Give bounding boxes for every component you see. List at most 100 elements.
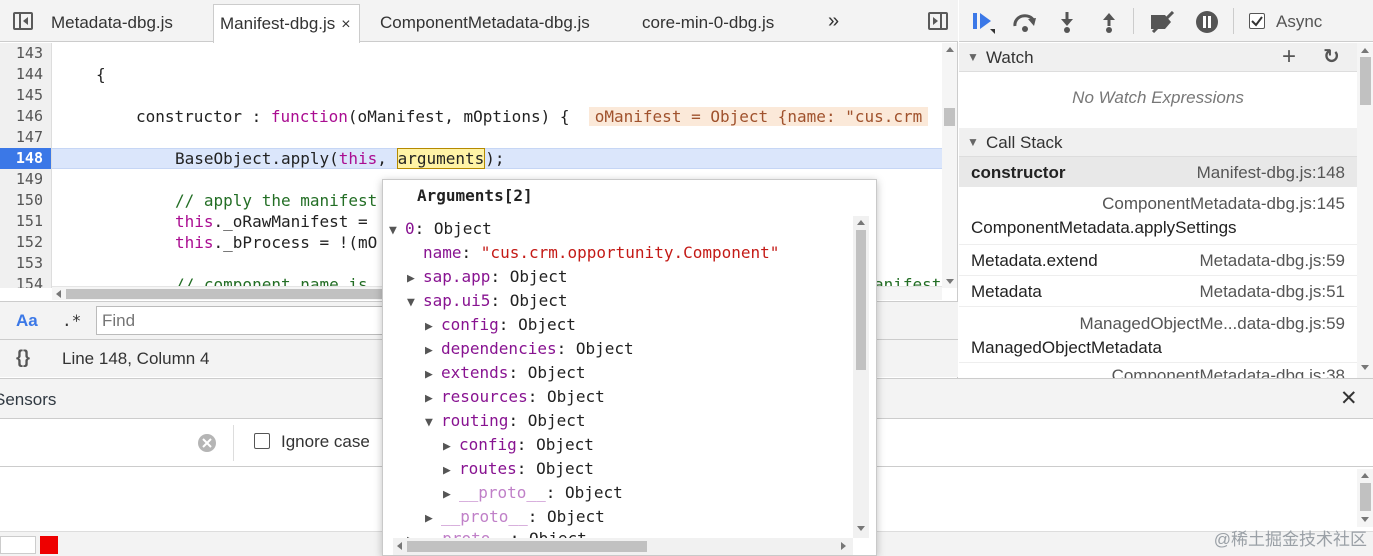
line-number[interactable]: 147: [0, 127, 43, 148]
collapse-triangle-icon[interactable]: ▼: [425, 411, 441, 435]
toggle-navigator-icon[interactable]: [13, 12, 33, 30]
call-frame-location[interactable]: Manifest-dbg.js:148: [1197, 163, 1345, 183]
scroll-up-icon[interactable]: [1361, 48, 1369, 53]
call-stack-section-header[interactable]: ▼ Call Stack: [959, 128, 1357, 157]
line-number[interactable]: 145: [0, 85, 43, 106]
tree-item[interactable]: ▶ extends: Object: [425, 361, 586, 385]
regex-toggle[interactable]: .*: [62, 311, 81, 330]
deactivate-breakpoints-icon[interactable]: [1149, 11, 1177, 33]
popover-horizontal-scrollbar[interactable]: [393, 538, 853, 555]
tree-item[interactable]: ▼ routing: Object: [425, 409, 586, 433]
tree-item[interactable]: name: "cus.crm.opportunity.Component": [423, 241, 779, 265]
expand-triangle-icon[interactable]: ▶: [425, 387, 441, 411]
refresh-watch-icon[interactable]: ↻: [1323, 43, 1340, 72]
call-frame[interactable]: ComponentMetadata-dbg.js:38: [959, 362, 1357, 378]
call-frame-selected[interactable]: constructor Manifest-dbg.js:148: [959, 157, 1357, 187]
call-frame[interactable]: Metadata Metadata-dbg.js:51: [959, 275, 1357, 306]
breakpoint-line-number[interactable]: 148: [0, 148, 51, 169]
line-number[interactable]: 154: [0, 274, 43, 288]
tab-manifest-dbg[interactable]: Manifest-dbg.js ×: [213, 4, 360, 43]
step-into-icon[interactable]: [1059, 11, 1075, 33]
ignore-case-checkbox[interactable]: [254, 433, 270, 449]
tab-componentmetadata-dbg[interactable]: ComponentMetadata-dbg.js: [380, 4, 590, 42]
match-case-toggle[interactable]: Aa: [16, 311, 38, 331]
popover-vertical-scrollbar[interactable]: [853, 216, 869, 538]
tree-item[interactable]: ▶ config: Object: [425, 313, 576, 337]
clear-filter-icon[interactable]: [197, 433, 217, 453]
expand-triangle-icon[interactable]: ▶: [425, 507, 441, 531]
call-frame[interactable]: ManagedObjectMe...data-dbg.js:59 Managed…: [959, 306, 1357, 362]
call-frame-location[interactable]: ComponentMetadata-dbg.js:38: [1112, 366, 1345, 378]
line-number[interactable]: 150: [0, 190, 43, 211]
watch-section-header[interactable]: ▼ Watch + ↻: [959, 43, 1357, 72]
pretty-print-icon[interactable]: {}: [16, 347, 30, 368]
step-out-icon[interactable]: [1101, 11, 1117, 33]
scrollbar-thumb[interactable]: [856, 230, 866, 370]
call-frame[interactable]: ComponentMetadata-dbg.js:145 ComponentMe…: [959, 187, 1357, 243]
call-frame-location[interactable]: ComponentMetadata-dbg.js:145: [1102, 194, 1345, 214]
scroll-left-icon[interactable]: [56, 290, 61, 298]
resume-icon[interactable]: [973, 12, 997, 34]
tree-item[interactable]: ▶ dependencies: Object: [425, 337, 634, 361]
call-frame-location[interactable]: Metadata-dbg.js:59: [1199, 251, 1345, 271]
toggle-debugger-sidebar-icon[interactable]: [928, 12, 948, 30]
scroll-up-icon[interactable]: [946, 47, 954, 52]
debugger-scrollbar[interactable]: [1357, 43, 1373, 378]
more-tabs-icon[interactable]: »: [828, 2, 839, 40]
line-number[interactable]: 152: [0, 232, 43, 253]
line-number[interactable]: 143: [0, 43, 43, 64]
expand-triangle-icon[interactable]: ▶: [425, 339, 441, 363]
expand-triangle-icon[interactable]: ▶: [443, 459, 459, 483]
filter-input[interactable]: [0, 425, 222, 459]
expand-triangle-icon[interactable]: ▶: [425, 363, 441, 387]
tree-item[interactable]: ▶ sap.app: Object: [407, 265, 568, 289]
expand-triangle-icon[interactable]: ▶: [443, 483, 459, 507]
scrollbar-thumb[interactable]: [66, 289, 384, 299]
close-tab-icon[interactable]: ×: [341, 16, 350, 33]
tree-item[interactable]: ▶__proto__: Object: [443, 481, 623, 505]
pause-on-exceptions-icon[interactable]: [1195, 10, 1219, 34]
close-drawer-icon[interactable]: ✕: [1340, 386, 1358, 411]
scroll-down-icon[interactable]: [946, 279, 954, 284]
find-input[interactable]: [96, 306, 396, 335]
line-number[interactable]: 144: [0, 64, 43, 85]
scroll-up-icon[interactable]: [857, 220, 865, 225]
tree-item[interactable]: ▼ 0: Object: [389, 217, 492, 241]
call-frame-location[interactable]: Metadata-dbg.js:51: [1199, 282, 1345, 302]
scroll-down-icon[interactable]: [1361, 517, 1369, 522]
tab-metadata-dbg[interactable]: Metadata-dbg.js: [51, 4, 173, 42]
line-number[interactable]: 153: [0, 253, 43, 274]
line-number[interactable]: 151: [0, 211, 43, 232]
scrollbar-thumb[interactable]: [1360, 57, 1371, 105]
line-number[interactable]: 146: [0, 106, 43, 127]
scroll-right-icon[interactable]: [841, 542, 846, 550]
scrollbar-thumb[interactable]: [407, 541, 647, 552]
step-over-icon[interactable]: [1012, 12, 1038, 32]
drawer-tab-sensors[interactable]: Sensors: [0, 390, 56, 410]
collapse-triangle-icon[interactable]: ▼: [407, 291, 423, 315]
scrollbar-thumb[interactable]: [1360, 483, 1371, 511]
scrollbar-thumb[interactable]: [944, 108, 955, 126]
call-frame[interactable]: Metadata.extend Metadata-dbg.js:59: [959, 244, 1357, 275]
scroll-up-icon[interactable]: [1361, 473, 1369, 478]
collapse-triangle-icon[interactable]: ▼: [389, 219, 405, 243]
scroll-left-icon[interactable]: [397, 542, 402, 550]
expand-triangle-icon[interactable]: ▶: [425, 315, 441, 339]
line-number[interactable]: 149: [0, 169, 43, 190]
tree-item[interactable]: ▶__proto__: Object: [425, 505, 605, 529]
drawer-scrollbar[interactable]: [1357, 469, 1373, 527]
tree-item[interactable]: ▶__proto__: Object: [407, 529, 587, 538]
call-frame-location[interactable]: ManagedObjectMe...data-dbg.js:59: [1079, 314, 1345, 334]
scroll-down-icon[interactable]: [857, 526, 865, 531]
tree-item[interactable]: ▶ config: Object: [443, 433, 594, 457]
tree-item[interactable]: ▼ sap.ui5: Object: [407, 289, 568, 313]
async-checkbox[interactable]: [1249, 13, 1265, 29]
tree-item[interactable]: ▶ resources: Object: [425, 385, 605, 409]
tab-core-min-dbg[interactable]: core-min-0-dbg.js: [642, 4, 774, 42]
add-watch-icon[interactable]: +: [1282, 42, 1296, 71]
expand-triangle-icon[interactable]: ▶: [407, 267, 423, 291]
scroll-down-icon[interactable]: [1361, 365, 1369, 370]
editor-vertical-scrollbar[interactable]: [942, 43, 957, 288]
expand-triangle-icon[interactable]: ▶: [443, 435, 459, 459]
hovered-arguments-token[interactable]: arguments: [396, 148, 486, 169]
